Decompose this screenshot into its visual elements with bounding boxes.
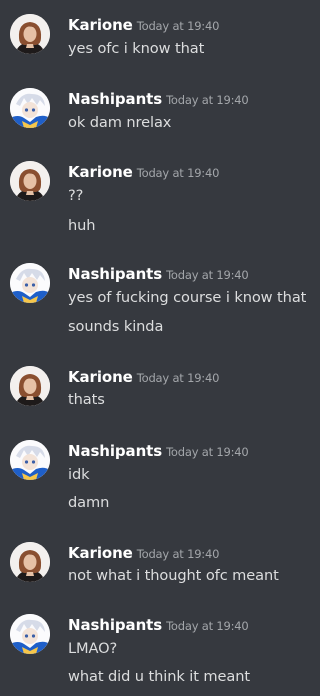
karione-avatar-icon[interactable]: [10, 161, 50, 201]
username[interactable]: Nashipants: [68, 616, 162, 634]
timestamp: Today at 19:40: [136, 166, 220, 180]
message-header: Nashipants Today at 19:40: [68, 263, 249, 285]
timestamp: Today at 19:40: [166, 268, 249, 282]
message-text: ??: [68, 187, 84, 204]
username[interactable]: Karione: [68, 368, 133, 386]
username[interactable]: Nashipants: [68, 265, 162, 283]
message-text: ok dam nrelax: [68, 114, 172, 131]
timestamp: Today at 19:40: [166, 619, 249, 633]
message-text: yes of fucking course i know that: [68, 289, 307, 306]
karione-avatar-icon[interactable]: [10, 366, 50, 406]
karione-avatar-icon[interactable]: [10, 14, 50, 54]
message-header: Nashipants Today at 19:40: [68, 614, 249, 636]
message-header: Nashipants Today at 19:40: [68, 440, 249, 462]
timestamp: Today at 19:40: [136, 371, 220, 385]
message-text: idk: [68, 466, 90, 483]
message-text: sounds kinda: [68, 318, 164, 335]
message-text: yes ofc i know that: [68, 40, 205, 57]
nashipants-avatar-icon[interactable]: [10, 614, 50, 654]
username[interactable]: Karione: [68, 544, 133, 562]
message-text: LMAO?: [68, 640, 118, 657]
message-text: huh: [68, 217, 96, 234]
username[interactable]: Karione: [68, 163, 133, 181]
username[interactable]: Nashipants: [68, 90, 162, 108]
username[interactable]: Karione: [68, 16, 133, 34]
chat-message-list: Karione Today at 19:40 yes ofc i know tha…: [0, 0, 318, 696]
message-header: Nashipants Today at 19:40: [68, 88, 249, 110]
message-text: not what i thought ofc meant: [68, 567, 279, 584]
message-header: Karione Today at 19:40: [68, 161, 219, 183]
timestamp: Today at 19:40: [166, 445, 249, 459]
nashipants-avatar-icon[interactable]: [10, 440, 50, 480]
timestamp: Today at 19:40: [166, 93, 249, 107]
message-header: Karione Today at 19:40: [68, 366, 219, 388]
timestamp: Today at 19:40: [136, 19, 220, 33]
nashipants-avatar-icon[interactable]: [10, 88, 50, 128]
message-header: Karione Today at 19:40: [68, 542, 219, 564]
message-text: damn: [68, 494, 110, 511]
username[interactable]: Nashipants: [68, 442, 162, 460]
message-text: what did u think it meant: [68, 668, 250, 685]
message-text: thats: [68, 391, 105, 408]
nashipants-avatar-icon[interactable]: [10, 263, 50, 303]
karione-avatar-icon[interactable]: [10, 542, 50, 582]
timestamp: Today at 19:40: [136, 547, 220, 561]
message-header: Karione Today at 19:40: [68, 14, 219, 36]
